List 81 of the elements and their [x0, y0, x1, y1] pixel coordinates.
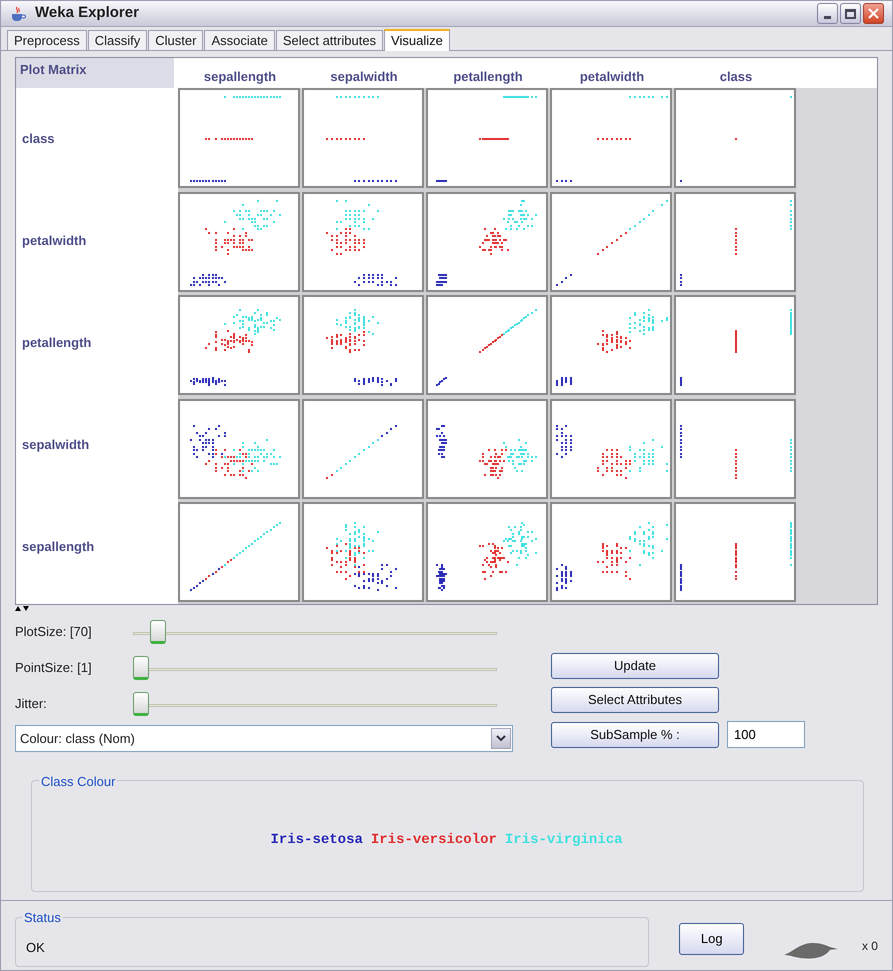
slider-thumb[interactable]: [133, 656, 149, 680]
point-cluster-drawing: [629, 309, 668, 336]
maximize-button[interactable]: [840, 3, 861, 24]
point-cluster-drawing: [436, 424, 447, 458]
point-cluster-drawing: [224, 200, 281, 230]
slider-thumb[interactable]: [150, 620, 166, 644]
tab[interactable]: Cluster: [148, 30, 204, 50]
point-cluster-drawing: [436, 377, 447, 386]
slider[interactable]: [133, 655, 497, 681]
subsample-field[interactable]: 100: [727, 721, 805, 748]
point-cluster-drawing: [503, 309, 537, 336]
slider-thumb[interactable]: [133, 692, 149, 716]
slider[interactable]: [133, 619, 497, 645]
coffee-cup-icon: [9, 4, 27, 22]
row-header: class: [22, 130, 55, 148]
point-cluster-drawing: [354, 377, 397, 386]
subsample-button[interactable]: SubSample % :: [551, 722, 719, 748]
slider-label: PlotSize: [70]: [15, 623, 93, 642]
point-cluster-drawing: [556, 274, 572, 286]
row-header: sepallength: [22, 538, 94, 556]
slider-label: PointSize: [1]: [15, 659, 93, 678]
tab[interactable]: Preprocess: [7, 30, 87, 50]
tab[interactable]: Classify: [88, 30, 148, 50]
tab[interactable]: Associate: [204, 30, 275, 50]
point-cluster-drawing: [336, 309, 379, 336]
point-cluster-drawing: [205, 330, 253, 354]
point-cluster-drawing: [503, 522, 537, 566]
window-title: Weka Explorer: [35, 3, 139, 24]
point-cluster-drawing: [336, 438, 379, 472]
row-header: petallength: [22, 334, 92, 352]
point-cluster-drawing: [556, 564, 572, 592]
point-cluster-drawing: [336, 200, 379, 230]
point-cluster-drawing: [479, 228, 509, 255]
select-attributes-button[interactable]: Select Attributes: [551, 687, 719, 713]
point-cluster-drawing: [326, 228, 365, 255]
colour-dropdown[interactable]: Colour: class (Nom): [15, 725, 513, 752]
close-icon: [868, 8, 879, 19]
task-count: x 0: [862, 938, 878, 955]
point-cluster-drawing: [503, 200, 537, 230]
point-cluster-drawing: [629, 522, 668, 566]
plot-matrix-title: Plot Matrix: [16, 58, 174, 88]
splitter-arrows-icon[interactable]: [15, 606, 29, 610]
point-cluster-drawing: [503, 438, 537, 472]
column-header: petalwidth: [578, 68, 646, 86]
column-header: petallength: [452, 68, 524, 86]
log-button[interactable]: Log: [679, 923, 744, 955]
row-header: petalwidth: [22, 232, 86, 250]
row-header: sepalwidth: [22, 436, 90, 454]
status-message: OK: [26, 939, 45, 957]
column-header: class: [718, 68, 754, 86]
minimize-button[interactable]: [817, 3, 838, 24]
tab[interactable]: Select attributes: [276, 30, 384, 50]
point-cluster-drawing: [205, 228, 253, 255]
close-button[interactable]: [863, 3, 884, 24]
point-cluster-drawing: [436, 564, 447, 592]
slider[interactable]: [133, 691, 497, 717]
class-name: Iris-setosa: [270, 831, 363, 850]
class-name: Iris-virginica: [504, 831, 623, 850]
point-cluster-drawing: [326, 330, 365, 354]
point-cluster-drawing: [597, 543, 631, 580]
point-cluster-drawing: [436, 274, 447, 286]
point-cluster-drawing: [597, 448, 631, 479]
column-header: sepalwidth: [329, 68, 399, 86]
column-header: sepallength: [202, 68, 278, 86]
point-cluster-drawing: [629, 200, 668, 230]
point-cluster-drawing: [629, 438, 668, 472]
update-button[interactable]: Update: [551, 653, 719, 679]
point-cluster-drawing: [190, 377, 226, 386]
point-cluster-drawing: [479, 448, 509, 479]
point-cluster-drawing: [190, 274, 226, 286]
maximize-icon: [845, 8, 856, 18]
point-cluster-drawing: [224, 309, 281, 336]
tab[interactable]: Visualize: [384, 29, 450, 51]
class-name: Iris-versicolor: [370, 831, 497, 850]
point-cluster-drawing: [479, 543, 509, 580]
point-cluster-drawing: [556, 377, 572, 386]
point-cluster-drawing: [556, 424, 572, 458]
point-cluster-drawing: [354, 274, 397, 286]
point-cluster-drawing: [597, 330, 631, 354]
slider-label: Jitter:: [15, 695, 48, 714]
minimize-icon: [824, 16, 831, 19]
